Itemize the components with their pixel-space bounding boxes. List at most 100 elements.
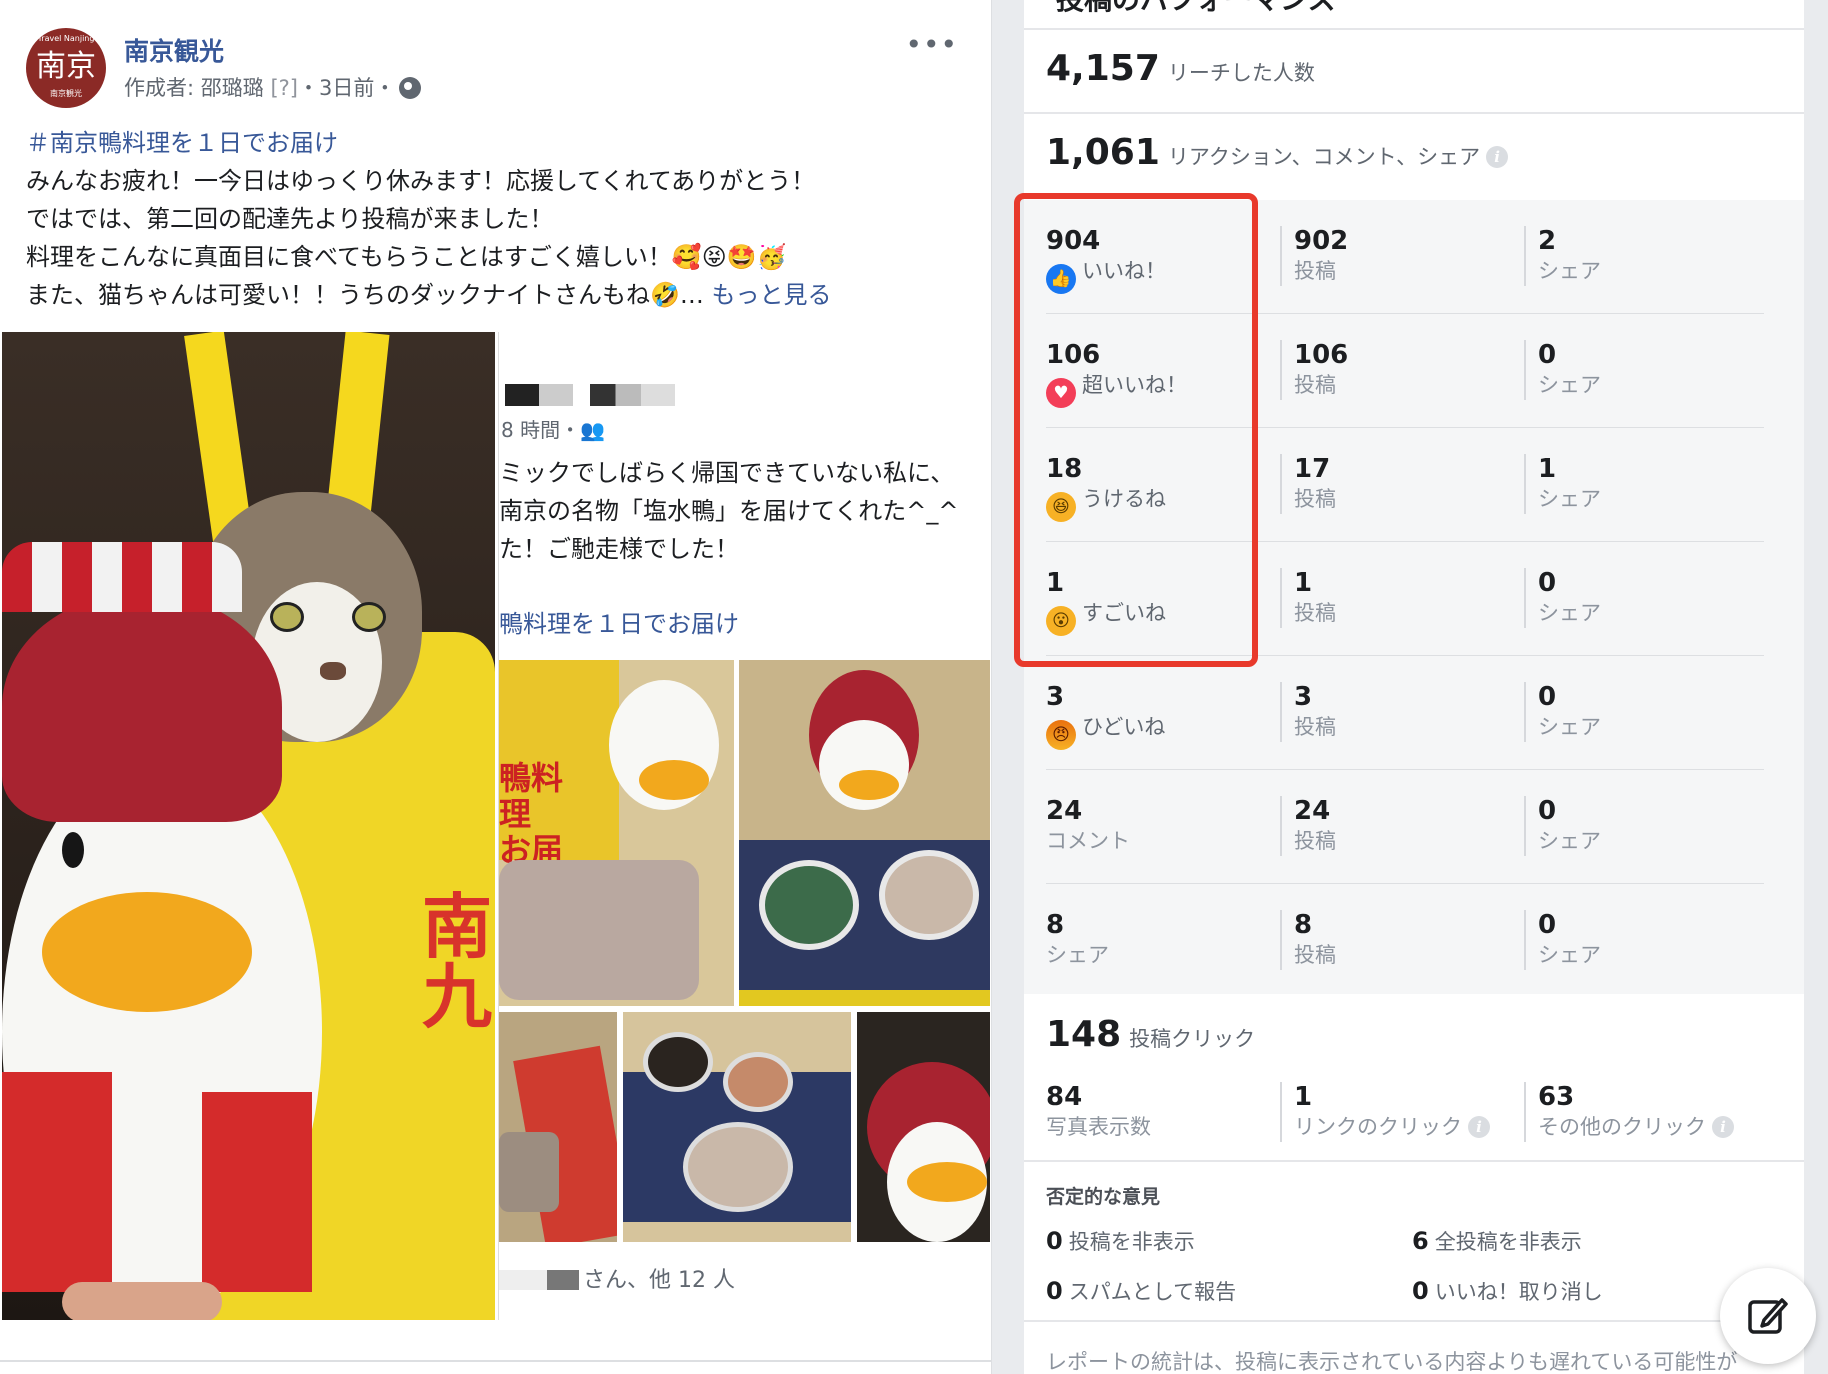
haha-on-shares: 1 bbox=[1538, 454, 1557, 484]
photo-views-label: 写真表示数 bbox=[1046, 1115, 1151, 1139]
unlike-metric: 0 いいね！取り消し bbox=[1412, 1276, 1603, 1306]
author-help-link[interactable]: [?] bbox=[270, 76, 298, 100]
page-name-link[interactable]: 南京観光 bbox=[124, 32, 224, 68]
post-text: ＃南京鴨料理を１日でお届け みんなお疲れ！一今日はゆっくり休みます！応援してくれ… bbox=[26, 124, 966, 314]
shares-on-post: 8 bbox=[1294, 910, 1313, 940]
shares-label: シェア bbox=[1538, 829, 1601, 853]
unlike-label: いいね！取り消し bbox=[1434, 1280, 1603, 1304]
shares-label: シェア bbox=[1538, 943, 1601, 967]
shares-total: 8 bbox=[1046, 910, 1065, 940]
shares-label: シェア bbox=[1538, 259, 1601, 283]
shared-photo-3[interactable] bbox=[499, 1012, 617, 1242]
hide-post-value: 0 bbox=[1046, 1227, 1063, 1255]
post-line: また、猫ちゃんは可愛い！！うちのダックナイトさんもね🤣… bbox=[26, 281, 704, 309]
shared-post-text: ミックでしばらく帰国できていない私に、 南京の名物「塩水鴨」を届けてくれた^_^… bbox=[499, 454, 959, 568]
compose-button[interactable] bbox=[1720, 1268, 1816, 1364]
comments-on-post: 24 bbox=[1294, 796, 1331, 826]
engagement-label: リアクション、コメント、シェア bbox=[1167, 145, 1481, 169]
love-on-post: 106 bbox=[1294, 340, 1349, 370]
comments-total: 24 bbox=[1046, 796, 1083, 826]
wow-on-shares: 0 bbox=[1538, 568, 1557, 598]
hide-post-label: 投稿を非表示 bbox=[1068, 1230, 1195, 1254]
shared-likes-summary[interactable]: さん、他 12 人 bbox=[499, 1262, 735, 1294]
globe-icon bbox=[399, 77, 422, 99]
negative-feedback-section: 否定的な意見 0 投稿を非表示 6 全投稿を非表示 0 スパムとして報告 0 いいね！取… bbox=[1024, 1162, 1804, 1332]
love-label: 超いいね！ bbox=[1082, 373, 1187, 397]
shares-on-shares: 0 bbox=[1538, 910, 1557, 940]
more-options-icon[interactable]: ••• bbox=[905, 28, 958, 61]
breakdown-row-angry: 3 😠 ひどいね 3 投稿 0 シェア bbox=[1024, 656, 1804, 770]
post-meta: 作成者: 邵璐璐 [?]・3日前・ bbox=[124, 72, 422, 102]
posts-label: 投稿 bbox=[1294, 715, 1336, 739]
reach-label: リーチした人数 bbox=[1167, 61, 1315, 85]
info-icon[interactable]: i bbox=[1486, 146, 1509, 168]
other-clicks-label: その他のクリック bbox=[1538, 1115, 1706, 1139]
post-clicks-metric: 148 投稿クリック bbox=[1046, 1014, 1255, 1055]
comments-on-shares: 0 bbox=[1538, 796, 1557, 826]
info-icon[interactable]: i bbox=[1712, 1116, 1734, 1138]
shared-photo-5[interactable] bbox=[857, 1012, 990, 1242]
angry-on-post: 3 bbox=[1294, 682, 1313, 712]
engagement-metric: 1,061 リアクション、コメント、シェア i bbox=[1046, 132, 1509, 173]
insights-panel: 投稿のパフォーマンス 4,157 リーチした人数 1,061 リアクション、コメント… bbox=[1024, 0, 1804, 1374]
shared-photo-4[interactable] bbox=[623, 1012, 851, 1242]
shared-likes-text: さん、他 12 人 bbox=[583, 1268, 735, 1293]
insights-title: 投稿のパフォーマンス bbox=[1056, 0, 1335, 18]
like-on-shares: 2 bbox=[1538, 226, 1557, 256]
like-reaction-icon: 👍 bbox=[1046, 264, 1076, 294]
reach-metric: 4,157 リーチした人数 bbox=[1046, 48, 1315, 89]
posts-label: 投稿 bbox=[1294, 829, 1336, 853]
engagement-breakdown: 904 👍 いいね！ 902 投稿 2 シェア 106 ♥ 超いいね！ 106 投稿 0 シェア… bbox=[1024, 200, 1804, 994]
other-clicks-value: 63 bbox=[1538, 1082, 1575, 1112]
post-hashtag-link[interactable]: ＃南京鴨料理を１日でお届け bbox=[26, 124, 966, 162]
breakdown-row-haha: 18 😆 うけるね 17 投稿 1 シェア bbox=[1024, 428, 1804, 542]
shared-text-line: ミックでしばらく帰国できていない私に、 bbox=[499, 459, 955, 487]
info-icon[interactable]: i bbox=[1468, 1116, 1490, 1138]
page-avatar[interactable]: Travel Nanjing 南京 南京観光 bbox=[26, 28, 106, 108]
post-photo-cat-duck[interactable]: 南九 bbox=[2, 332, 495, 1320]
link-clicks-label: リンクのクリック bbox=[1294, 1115, 1462, 1139]
post-line: ではでは、第二回の配達先より投稿が来ました！ bbox=[26, 205, 554, 233]
post-header: Travel Nanjing 南京 南京観光 南京観光 作成者: 邵璐璐 [?]… bbox=[26, 24, 966, 108]
card-divider bbox=[0, 1360, 992, 1362]
shared-text-line: 南京の名物「塩水鴨」を届けてくれた^_^ bbox=[499, 497, 959, 525]
shares-label: シェア bbox=[1538, 487, 1601, 511]
wow-reaction-icon: 😮 bbox=[1046, 606, 1076, 636]
comments-label: コメント bbox=[1046, 829, 1130, 853]
shares-label: シェア bbox=[1538, 601, 1601, 625]
see-more-link[interactable]: もっと見る bbox=[712, 281, 832, 309]
breakdown-row-comments: 24 コメント 24 投稿 0 シェア bbox=[1024, 770, 1804, 884]
post-clicks-section: 148 投稿クリック 84 写真表示数 1 リンクのクリック i 63 その他のクリック i bbox=[1024, 994, 1804, 1160]
wow-on-post: 1 bbox=[1294, 568, 1313, 598]
post-card: Travel Nanjing 南京 南京観光 南京観光 作成者: 邵璐璐 [?]… bbox=[0, 0, 992, 1374]
shared-hashtag-link[interactable]: 鴨料理を１日でお届け bbox=[499, 604, 739, 639]
hide-post-metric: 0 投稿を非表示 bbox=[1046, 1226, 1195, 1256]
haha-reaction-icon: 😆 bbox=[1046, 492, 1076, 522]
wow-label: すごいね bbox=[1082, 601, 1166, 625]
post-line: みんなお疲れ！一今日はゆっくり休みます！応援してくれてありがとう！ bbox=[26, 167, 816, 195]
shared-text-line: た！ご馳走様でした！ bbox=[499, 535, 739, 563]
shared-photo-2[interactable] bbox=[739, 660, 990, 1006]
divider bbox=[1024, 28, 1804, 30]
shared-post[interactable]: 8 時間・👥 ミックでしばらく帰国できていない私に、 南京の名物「塩水鴨」を届け… bbox=[498, 332, 990, 1320]
hide-all-value: 6 bbox=[1412, 1227, 1429, 1255]
post-timestamp[interactable]: ・3日前・ bbox=[298, 76, 395, 100]
divider bbox=[1024, 1320, 1804, 1322]
breakdown-row-shares: 8 シェア 8 投稿 0 シェア bbox=[1024, 884, 1804, 998]
haha-total: 18 bbox=[1046, 454, 1083, 484]
shared-photo-1[interactable]: 鴨料理お届け bbox=[499, 660, 734, 1006]
report-delay-note: レポートの統計は、投稿に表示されている内容よりも遅れている可能性が bbox=[1046, 1350, 1738, 1374]
angry-label: ひどいね bbox=[1082, 715, 1166, 739]
posts-label: 投稿 bbox=[1294, 259, 1336, 283]
post-line: 料理をこんなに真面目に食べてもらうことはすごく嬉しい！🥰😝🤩🥳 bbox=[26, 243, 787, 271]
wow-total: 1 bbox=[1046, 568, 1065, 598]
haha-label: うけるね bbox=[1082, 487, 1166, 511]
post-clicks-value: 148 bbox=[1046, 1014, 1122, 1055]
posts-label: 投稿 bbox=[1294, 487, 1336, 511]
like-label: いいね！ bbox=[1082, 259, 1166, 283]
hide-all-label: 全投稿を非表示 bbox=[1434, 1230, 1582, 1254]
unlike-value: 0 bbox=[1412, 1277, 1429, 1305]
reach-value: 4,157 bbox=[1046, 48, 1160, 89]
spam-report-value: 0 bbox=[1046, 1277, 1063, 1305]
shares-label: シェア bbox=[1538, 373, 1601, 397]
